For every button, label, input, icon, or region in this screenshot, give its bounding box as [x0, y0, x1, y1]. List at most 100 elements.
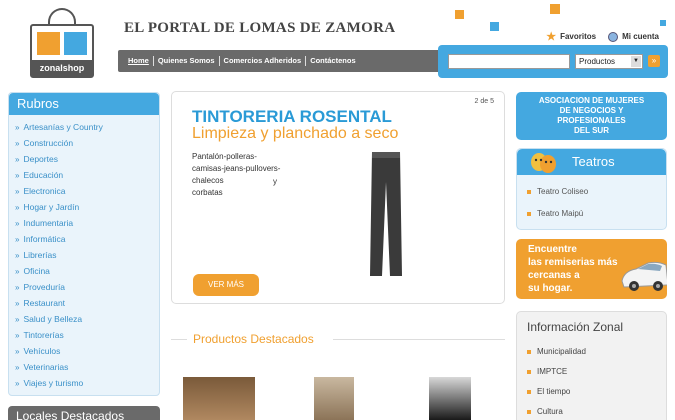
nav-quienes-somos[interactable]: Quienes Somos — [154, 56, 220, 66]
chevron-right-icon: » — [15, 267, 20, 276]
featured-description-y: y — [273, 177, 277, 186]
rubro-item[interactable]: » Salud y Belleza — [15, 311, 159, 327]
product-thumb-jacket[interactable] — [429, 377, 471, 420]
chevron-right-icon: » — [15, 155, 20, 164]
featured-subtitle: Limpieza y planchado a seco — [192, 125, 399, 142]
chevron-right-icon: » — [15, 251, 20, 260]
rubro-item[interactable]: » Construcción — [15, 135, 159, 151]
locales-destacados-title: Locales Destacados — [8, 406, 160, 420]
asociacion-line: DE NEGOCIOS Y — [559, 106, 624, 115]
rubro-item[interactable]: » Viajes y turismo — [15, 375, 159, 391]
info-label: Cultura — [537, 407, 563, 416]
logo-blue-square — [64, 32, 87, 55]
info-item[interactable]: Cultura — [527, 402, 666, 420]
teatros-list: Teatro Coliseo Teatro Maipú — [517, 175, 666, 225]
rubro-item[interactable]: » Veterinarias — [15, 359, 159, 375]
info-item[interactable]: El tiempo — [527, 382, 666, 402]
rubro-item[interactable]: » Deportes — [15, 151, 159, 167]
rubro-item[interactable]: » Informática — [15, 231, 159, 247]
product-thumb-bed[interactable] — [183, 377, 255, 420]
decor-square — [550, 4, 560, 14]
asociacion-line: PROFESIONALES — [557, 116, 626, 125]
slide-pager: 2 de 5 — [474, 98, 494, 105]
star-icon: ★ — [546, 31, 557, 43]
teatro-item[interactable]: Teatro Coliseo — [527, 181, 666, 203]
remis-line: las remiserias más — [528, 257, 618, 268]
rubro-label: Tintorerías — [23, 330, 64, 340]
chevron-right-icon: » — [15, 283, 20, 292]
chevron-right-icon: » — [15, 347, 20, 356]
chevron-right-icon: » — [15, 363, 20, 372]
bullet-icon — [527, 189, 531, 194]
search-input[interactable] — [448, 54, 570, 69]
rubro-item[interactable]: » Electronica — [15, 183, 159, 199]
logo-text: zonalshop — [32, 60, 92, 76]
divider — [333, 339, 505, 340]
chevron-right-icon: » — [15, 315, 20, 324]
rubro-item[interactable]: » Vehículos — [15, 343, 159, 359]
info-label: El tiempo — [537, 387, 571, 396]
nav-comercios-adheridos[interactable]: Comercios Adheridos — [220, 56, 307, 66]
rubro-label: Vehículos — [23, 346, 61, 356]
rubro-label: Educación — [23, 170, 64, 180]
top-links: ★ Favoritos Mi cuenta — [546, 30, 659, 43]
rubro-label: Indumentaria — [23, 218, 74, 228]
remis-line: su hogar. — [528, 283, 573, 294]
info-item[interactable]: IMPTCE — [527, 362, 666, 382]
site-title: EL PORTAL DE LOMAS DE ZAMORA — [124, 20, 396, 36]
ver-mas-button[interactable]: VER MÁS — [193, 274, 259, 296]
featured-description: Pantalón-polleras-camisas-jeans-pullover… — [192, 151, 287, 199]
chevron-right-icon: » — [15, 235, 20, 244]
rubro-item[interactable]: » Artesanías y Country — [15, 119, 159, 135]
car-icon — [621, 261, 667, 291]
main-nav: Home Quienes Somos Comercios Adheridos C… — [118, 50, 448, 72]
info-label: Municipalidad — [537, 347, 586, 356]
productos-destacados-title: Productos Destacados — [193, 332, 314, 346]
decor-square — [490, 22, 499, 31]
informacion-zonal-panel: Información Zonal Municipalidad IMPTCE E… — [516, 311, 667, 420]
theater-masks-icon — [531, 153, 556, 173]
teatro-item[interactable]: Teatro Maipú — [527, 203, 666, 225]
asociacion-line: DEL SUR — [574, 126, 609, 135]
chevron-right-icon: » — [15, 139, 20, 148]
chevron-right-icon: » — [15, 299, 20, 308]
favoritos-link[interactable]: ★ Favoritos — [546, 30, 596, 43]
search-category-select[interactable]: Productos ▼ — [575, 54, 643, 69]
product-thumb-sink[interactable] — [314, 377, 354, 420]
chevron-right-icon: » — [15, 123, 20, 132]
rubro-item[interactable]: » Hogar y Jardín — [15, 199, 159, 215]
featured-description-end: corbatas — [192, 188, 223, 197]
mi-cuenta-link[interactable]: Mi cuenta — [608, 30, 659, 43]
search-box: Productos ▼ » — [438, 45, 668, 78]
informacion-zonal-list: Municipalidad IMPTCE El tiempo Cultura — [517, 340, 666, 420]
bullet-icon — [527, 389, 531, 394]
rubro-item[interactable]: » Tintorerías — [15, 327, 159, 343]
rubro-item[interactable]: » Restaurant — [15, 295, 159, 311]
rubros-list: » Artesanías y Country » Construcción » Dep… — [9, 115, 159, 391]
rubros-panel: Rubros » Artesanías y Country » Construcci… — [8, 92, 160, 396]
rubro-label: Informática — [23, 234, 66, 244]
featured-slide: 2 de 5 TINTORERIA ROSENTAL Limpieza y pl… — [171, 91, 505, 304]
rubro-item[interactable]: » Proveduría — [15, 279, 159, 295]
rubro-item[interactable]: » Librerías — [15, 247, 159, 263]
rubro-item[interactable]: » Oficina — [15, 263, 159, 279]
decor-square — [455, 10, 464, 19]
rubro-label: Electronica — [23, 186, 66, 196]
rubro-label: Restaurant — [23, 298, 66, 308]
remiserias-text: Encuentre las remiserias más cercanas a … — [528, 243, 618, 295]
site-logo[interactable]: zonalshop — [30, 6, 94, 78]
nav-home[interactable]: Home — [124, 56, 154, 66]
nav-contactenos[interactable]: Contáctenos — [306, 56, 359, 66]
rubro-label: Oficina — [23, 266, 50, 276]
asociacion-banner[interactable]: ASOCIACION DE MUJERES DE NEGOCIOS Y PROF… — [516, 92, 667, 140]
bullet-icon — [527, 349, 531, 354]
favoritos-label: Favoritos — [560, 32, 597, 41]
rubro-item[interactable]: » Educación — [15, 167, 159, 183]
info-item[interactable]: Municipalidad — [527, 342, 666, 362]
search-button[interactable]: » — [648, 55, 660, 67]
rubro-item[interactable]: » Indumentaria — [15, 215, 159, 231]
remiserias-banner[interactable]: Encuentre las remiserias más cercanas a … — [516, 239, 667, 299]
user-icon — [608, 31, 619, 42]
bullet-icon — [527, 211, 531, 216]
teatro-label: Teatro Coliseo — [537, 187, 589, 196]
